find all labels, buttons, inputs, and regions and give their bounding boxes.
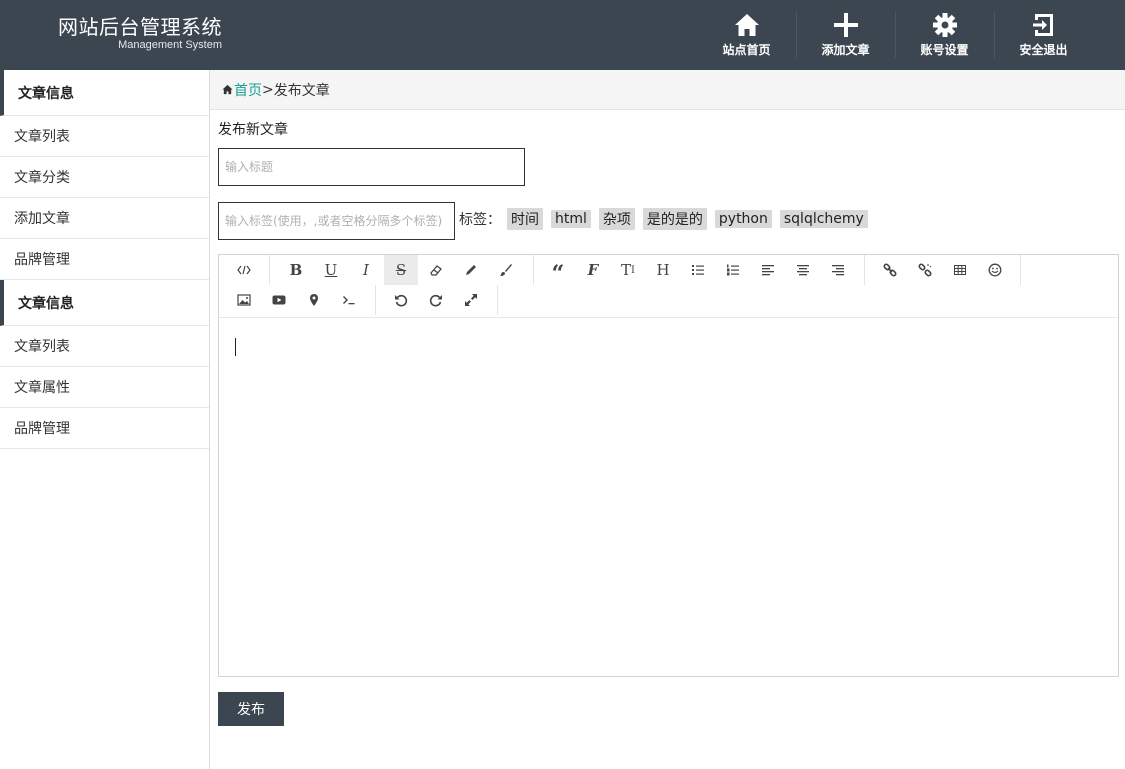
editor-content-area[interactable] xyxy=(219,319,1118,676)
eraser-icon[interactable] xyxy=(419,255,453,285)
toolbar-divider xyxy=(269,255,270,285)
tag-chip[interactable]: 杂项 xyxy=(598,208,635,230)
gear-icon xyxy=(932,13,957,37)
toolbar-divider xyxy=(1020,255,1021,285)
tag-chip[interactable]: sqlqlchemy xyxy=(779,210,868,228)
emoji-icon[interactable] xyxy=(978,255,1012,285)
top-nav: 站点首页 添加文章 账号设置 安全退出 xyxy=(697,0,1125,70)
strikethrough-icon[interactable]: S xyxy=(384,255,418,285)
nav-label: 站点首页 xyxy=(722,43,771,57)
sidebar: 文章信息 文章列表 文章分类 添加文章 品牌管理 文章信息 文章列表 文章属性 … xyxy=(0,70,210,769)
sidebar-group-title: 文章信息 xyxy=(0,70,209,116)
font-size-icon[interactable]: TI xyxy=(611,255,645,285)
link-icon[interactable] xyxy=(873,255,907,285)
blockquote-icon[interactable]: “ xyxy=(541,255,575,287)
sidebar-item-article-category[interactable]: 文章分类 xyxy=(0,157,209,198)
tag-chip[interactable]: html xyxy=(551,210,591,228)
home-icon xyxy=(734,14,759,36)
editor-toolbar: B U I S “ F TI H xyxy=(219,255,1118,318)
toolbar-divider xyxy=(497,285,498,315)
title-input[interactable] xyxy=(218,148,525,186)
sidebar-item-add-article[interactable]: 添加文章 xyxy=(0,198,209,239)
unordered-list-icon[interactable] xyxy=(681,255,715,285)
sidebar-item-brand-manage[interactable]: 品牌管理 xyxy=(0,239,209,280)
plus-icon xyxy=(833,13,858,37)
table-icon[interactable] xyxy=(943,255,977,285)
underline-icon[interactable]: U xyxy=(314,255,348,285)
redo-icon[interactable] xyxy=(419,285,453,315)
pencil-icon[interactable] xyxy=(454,255,488,285)
toolbar-divider xyxy=(864,255,865,285)
sidebar-item-article-attributes[interactable]: 文章属性 xyxy=(0,367,209,408)
tags-label: 标签： xyxy=(459,212,501,228)
breadcrumb: 首页 > 发布文章 xyxy=(210,70,1125,110)
tag-input[interactable] xyxy=(218,202,455,240)
paintbrush-icon[interactable] xyxy=(489,255,523,285)
home-icon xyxy=(222,84,233,95)
tag-chip[interactable]: python xyxy=(714,210,772,228)
breadcrumb-home-link[interactable]: 首页 xyxy=(234,80,262,100)
top-header: 网站后台管理系统 Management System 站点首页 添加文章 账号设… xyxy=(0,0,1125,70)
location-icon[interactable] xyxy=(297,285,331,315)
logo: 网站后台管理系统 Management System xyxy=(58,15,222,51)
nav-label: 安全退出 xyxy=(1019,43,1068,57)
main-content: 首页 > 发布文章 发布新文章 标签： 时间 html 杂项 是的是的 pyth… xyxy=(210,70,1125,769)
tag-list: 标签： 时间 html 杂项 是的是的 python sqlqlchemy xyxy=(459,208,876,230)
sidebar-item-brand-manage-2[interactable]: 品牌管理 xyxy=(0,408,209,449)
logout-icon xyxy=(1032,14,1053,36)
font-icon[interactable]: F xyxy=(576,255,610,285)
video-icon[interactable] xyxy=(262,285,296,315)
nav-add-article[interactable]: 添加文章 xyxy=(796,0,895,70)
align-center-icon[interactable] xyxy=(786,255,820,285)
nav-label: 添加文章 xyxy=(821,43,870,57)
page-title: 发布新文章 xyxy=(218,122,288,138)
bold-icon[interactable]: B xyxy=(279,255,313,285)
terminal-icon[interactable] xyxy=(332,285,366,315)
image-icon[interactable] xyxy=(227,285,261,315)
toolbar-divider xyxy=(533,255,534,285)
breadcrumb-separator: > xyxy=(262,81,274,98)
nav-account-settings[interactable]: 账号设置 xyxy=(895,0,994,70)
logo-title: 网站后台管理系统 xyxy=(58,15,222,39)
nav-site-home[interactable]: 站点首页 xyxy=(697,0,796,70)
sidebar-item-article-list[interactable]: 文章列表 xyxy=(0,116,209,157)
fullscreen-icon[interactable] xyxy=(454,285,488,315)
ordered-list-icon[interactable] xyxy=(716,255,750,285)
unlink-icon[interactable] xyxy=(908,255,942,285)
breadcrumb-current: 发布文章 xyxy=(273,82,330,99)
toolbar-divider xyxy=(375,285,376,315)
source-code-icon[interactable] xyxy=(227,255,261,285)
rich-text-editor: B U I S “ F TI H xyxy=(218,254,1119,677)
logo-subtitle: Management System xyxy=(118,39,222,51)
align-left-icon[interactable] xyxy=(751,255,785,285)
publish-button[interactable]: 发布 xyxy=(218,692,284,726)
tag-chip[interactable]: 是的是的 xyxy=(642,208,707,230)
sidebar-item-article-list-2[interactable]: 文章列表 xyxy=(0,326,209,367)
nav-logout[interactable]: 安全退出 xyxy=(994,0,1093,70)
nav-label: 账号设置 xyxy=(920,43,969,57)
sidebar-group-title: 文章信息 xyxy=(0,280,209,326)
tag-chip[interactable]: 时间 xyxy=(507,208,543,230)
heading-icon[interactable]: H xyxy=(646,255,680,285)
align-right-icon[interactable] xyxy=(821,255,855,285)
undo-icon[interactable] xyxy=(384,285,418,315)
italic-icon[interactable]: I xyxy=(349,255,383,285)
